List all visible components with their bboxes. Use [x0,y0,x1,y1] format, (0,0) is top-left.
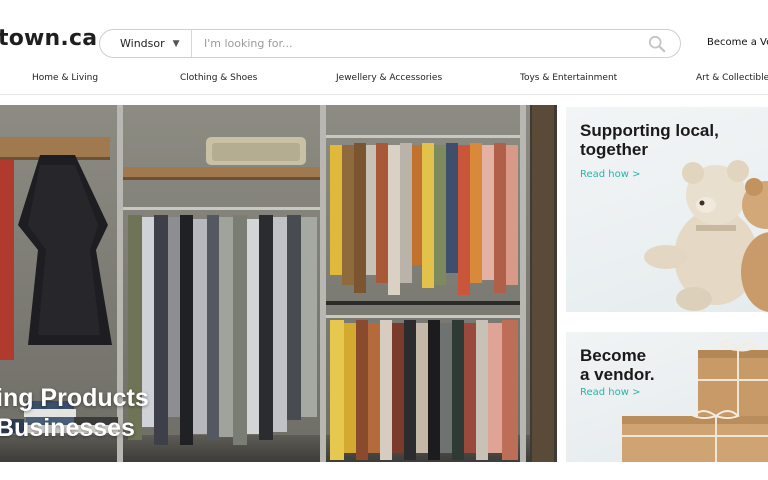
middle-rack [128,215,317,445]
hero-headline-line1: ing Products [0,384,149,412]
hero-banner[interactable]: ing Products Businesses [0,105,557,462]
search-bar: Windsor ▼ [99,29,681,58]
category-nav: Home & Living Clothing & Shoes Jewellery… [0,73,768,87]
search-icon[interactable] [648,35,666,53]
promo-card-become-vendor[interactable]: Become a vendor. Read how > [566,332,768,462]
card-title-become-vendor: Become a vendor. [580,346,655,384]
site-header: town.ca Windsor ▼ Become a Ve Home & Liv… [0,0,768,95]
site-logo[interactable]: town.ca [0,26,97,51]
location-select-value: Windsor [120,37,165,50]
card-title-line2: a vendor. [580,365,655,384]
read-how-link[interactable]: Read how > [580,387,641,398]
hero-headline: ing Products Businesses [0,383,149,443]
read-how-link[interactable]: Read how > [580,169,641,180]
become-vendor-link[interactable]: Become a Ve [707,37,768,48]
card-title-line1: Supporting local, [580,121,719,140]
nav-item-jewellery-accessories[interactable]: Jewellery & Accessories [336,73,442,83]
nav-item-home-living[interactable]: Home & Living [32,73,98,83]
nav-item-art-collectibles[interactable]: Art & Collectible [696,73,768,83]
nav-item-clothing-shoes[interactable]: Clothing & Shoes [180,73,257,83]
right-top-rack [330,143,518,295]
hero-headline-line2: Businesses [0,414,135,442]
card-title-line1: Become [580,346,647,365]
chevron-down-icon: ▼ [172,38,180,49]
search-input[interactable] [204,30,624,57]
card-title-line2: together [580,140,648,159]
nav-item-toys-entertainment[interactable]: Toys & Entertainment [520,73,617,83]
promo-card-supporting-local[interactable]: Supporting local, together Read how > [566,107,768,312]
right-bottom-rack [330,320,518,460]
location-select[interactable]: Windsor ▼ [100,30,192,57]
card-title-supporting-local: Supporting local, together [580,121,719,159]
